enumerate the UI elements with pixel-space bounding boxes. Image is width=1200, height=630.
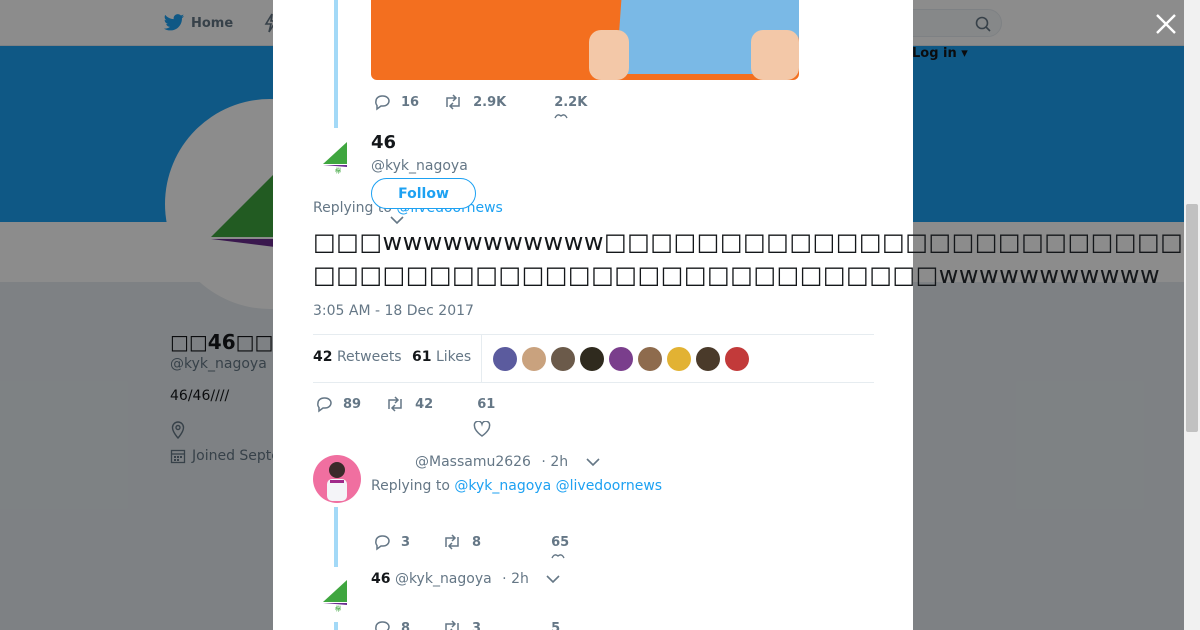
liker-avatar[interactable] <box>493 347 517 371</box>
like-button[interactable]: 5 <box>551 621 560 630</box>
tweet-stats: 42 Retweets 61 Likes <box>313 334 874 383</box>
reply-icon <box>375 535 390 551</box>
reply-1-replying-to: Replying to @kyk_nagoya @livedoornews <box>371 478 662 494</box>
liker-avatars <box>493 347 749 371</box>
retweets-stat-count: 42 <box>313 349 333 365</box>
liker-avatar[interactable] <box>522 347 546 371</box>
retweet-icon <box>445 534 459 550</box>
reply-avatar-figure <box>327 462 347 501</box>
scrollbar[interactable] <box>1184 0 1200 630</box>
liker-avatar[interactable] <box>551 347 575 371</box>
reply-button[interactable]: 3 <box>373 533 410 551</box>
prev-tweet-actions: 16 2.9K 2.2K <box>373 93 588 118</box>
media-hand <box>751 30 799 80</box>
liker-avatar[interactable] <box>580 347 604 371</box>
reply-2-name[interactable]: 46 <box>371 571 390 587</box>
replying-to-link[interactable]: @livedoornews <box>556 478 662 494</box>
svg-text:欅: 欅 <box>335 605 341 613</box>
reply-button[interactable]: 8 <box>373 619 410 630</box>
reply-author-avatar[interactable]: 欅 <box>313 570 361 618</box>
reply-count: 8 <box>401 620 411 630</box>
keyakizaka-logo-icon: 欅 <box>323 142 347 175</box>
tweet-media-image[interactable] <box>371 0 799 80</box>
tweet-modal: 16 2.9K 2.2K 欅 46 @kyk_nagoya Replying t… <box>273 0 1183 630</box>
retweet-count: 3 <box>472 620 482 630</box>
follow-button[interactable]: Follow <box>371 178 476 209</box>
liker-avatar[interactable] <box>667 347 691 371</box>
reply-1-replying-prefix: Replying to <box>371 478 450 494</box>
media-hand <box>589 30 629 80</box>
reply-icon <box>317 397 332 413</box>
reply-count: 89 <box>343 396 362 412</box>
retweet-icon <box>388 396 402 412</box>
replying-to-link[interactable]: @kyk_nagoya <box>454 478 551 494</box>
retweet-count: 2.9K <box>473 94 507 110</box>
like-button[interactable]: 2.2K <box>554 94 588 118</box>
liker-avatar[interactable] <box>696 347 720 371</box>
like-button[interactable]: 65 <box>551 534 570 558</box>
chevron-down-icon[interactable] <box>390 216 404 225</box>
like-count: 65 <box>551 534 570 550</box>
main-tweet-actions: 89 42 61 <box>315 395 496 437</box>
retweet-button[interactable]: 42 <box>385 396 433 412</box>
thread-line <box>334 0 338 128</box>
retweet-icon <box>445 620 459 630</box>
like-icon <box>554 113 568 118</box>
stats-divider <box>481 335 482 383</box>
liker-avatar[interactable] <box>725 347 749 371</box>
reply-2-actions: 8 3 5 <box>373 619 560 630</box>
tweet-text: □□□wwwwwwwwwww□□□□□□□□□□□□□□□□□□□□□□□□□□… <box>313 228 1184 289</box>
liker-avatar[interactable] <box>638 347 662 371</box>
retweet-button[interactable]: 3 <box>442 620 481 630</box>
keyakizaka-logo-icon: 欅 <box>323 580 347 613</box>
retweet-count: 8 <box>472 534 482 550</box>
reply-2-meta: 46 @kyk_nagoya · 2h <box>371 571 529 587</box>
thread-line <box>334 507 338 567</box>
likes-stat-label: Likes <box>435 349 472 365</box>
reply-author-avatar[interactable] <box>313 455 361 503</box>
reply-1-actions: 3 8 65 <box>373 533 570 558</box>
reply-1-handle[interactable]: @Massamu2626 <box>415 454 531 470</box>
reply-button[interactable]: 16 <box>373 93 419 111</box>
retweets-stat-label: Retweets <box>336 349 402 365</box>
reply-icon <box>375 621 390 630</box>
reply-count: 16 <box>401 94 420 110</box>
like-count: 61 <box>477 396 496 412</box>
close-icon[interactable] <box>1152 10 1180 38</box>
tweet-author-handle[interactable]: @kyk_nagoya <box>371 158 468 174</box>
like-icon <box>551 553 565 558</box>
reply-1-meta: @Massamu2626 · 2h <box>415 454 568 470</box>
thread-line <box>334 622 338 630</box>
likes-stat[interactable]: 61 Likes <box>412 349 471 365</box>
reply-2-handle[interactable]: @kyk_nagoya <box>395 571 492 587</box>
tweet-author-avatar[interactable]: 欅 <box>313 132 361 180</box>
reply-count: 3 <box>401 534 411 550</box>
tweet-author-name[interactable]: 46 <box>371 132 396 153</box>
retweet-count: 42 <box>415 396 434 412</box>
like-count: 2.2K <box>554 94 588 110</box>
reply-icon <box>375 95 390 111</box>
reply-2-time[interactable]: · 2h <box>502 571 529 587</box>
retweet-button[interactable]: 2.9K <box>443 94 506 110</box>
liker-avatar[interactable] <box>609 347 633 371</box>
retweets-stat[interactable]: 42 Retweets <box>313 349 402 365</box>
chevron-down-icon[interactable] <box>546 575 560 584</box>
svg-text:欅: 欅 <box>335 167 341 175</box>
retweet-icon <box>446 94 460 110</box>
likes-stat-count: 61 <box>412 349 432 365</box>
reply-button[interactable]: 89 <box>315 395 361 413</box>
like-button[interactable]: 61 <box>473 396 496 437</box>
reply-1-time[interactable]: · 2h <box>541 454 568 470</box>
like-icon <box>473 420 491 437</box>
like-count: 5 <box>551 620 561 630</box>
scrollbar-thumb[interactable] <box>1186 204 1198 432</box>
retweet-button[interactable]: 8 <box>442 534 481 550</box>
chevron-down-icon[interactable] <box>586 458 600 467</box>
tweet-timestamp[interactable]: 3:05 AM - 18 Dec 2017 <box>313 303 474 319</box>
